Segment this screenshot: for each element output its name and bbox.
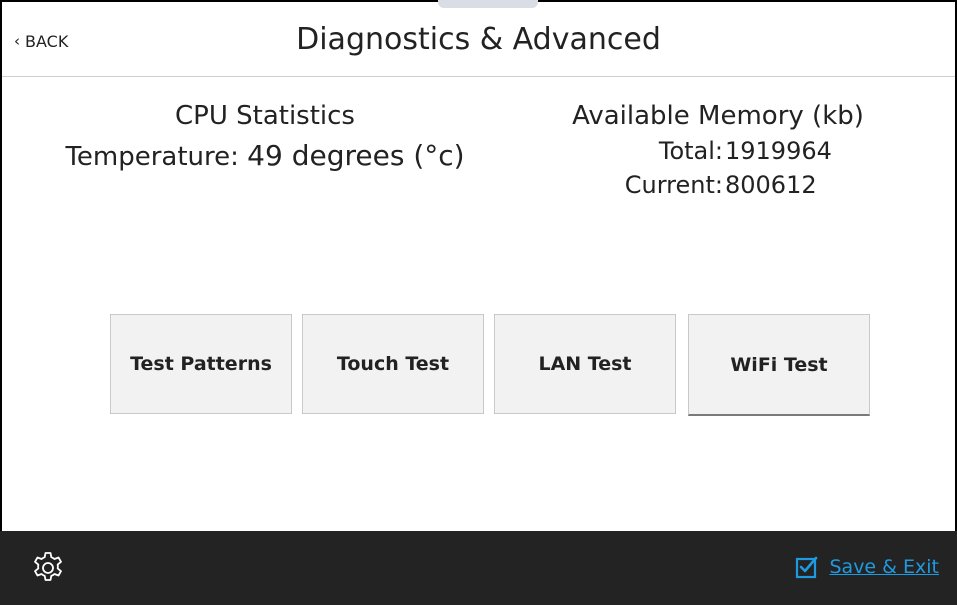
test-patterns-button[interactable]: Test Patterns	[110, 314, 292, 414]
memory-total-row: Total: 1919964	[548, 137, 888, 165]
cpu-temperature: Temperature: 49 degrees (°c)	[40, 139, 490, 172]
wifi-test-button[interactable]: WiFi Test	[688, 314, 870, 416]
memory-current-label: Current:	[624, 171, 723, 199]
memory-total-value: 1919964	[725, 137, 832, 165]
temperature-value: 49 degrees (°c)	[247, 139, 465, 172]
memory-current-row: Current: 800612	[548, 171, 888, 199]
page-title: Diagnostics & Advanced	[296, 22, 661, 57]
touch-test-button[interactable]: Touch Test	[302, 314, 484, 414]
memory-total-label: Total:	[658, 137, 723, 165]
memory-current-value: 800612	[725, 171, 817, 199]
memory-heading: Available Memory (kb)	[572, 101, 864, 131]
cpu-heading: CPU Statistics	[175, 101, 355, 131]
header: ‹ BACK Diagnostics & Advanced	[2, 2, 955, 77]
app-frame	[0, 0, 957, 605]
temperature-label: Temperature:	[65, 142, 239, 172]
gear-icon[interactable]	[30, 550, 66, 586]
lan-test-button[interactable]: LAN Test	[494, 314, 676, 414]
save-exit-label: Save & Exit	[829, 556, 939, 578]
footer-bar: Save & Exit	[0, 531, 957, 605]
save-exit-button[interactable]: Save & Exit	[795, 555, 939, 579]
test-buttons: Test Patterns Touch Test LAN Test WiFi T…	[0, 314, 957, 416]
cpu-statistics: CPU Statistics Temperature: 49 degrees (…	[40, 101, 490, 172]
checkbox-checked-icon	[795, 555, 819, 579]
available-memory: Available Memory (kb) Total: 1919964 Cur…	[548, 101, 888, 199]
